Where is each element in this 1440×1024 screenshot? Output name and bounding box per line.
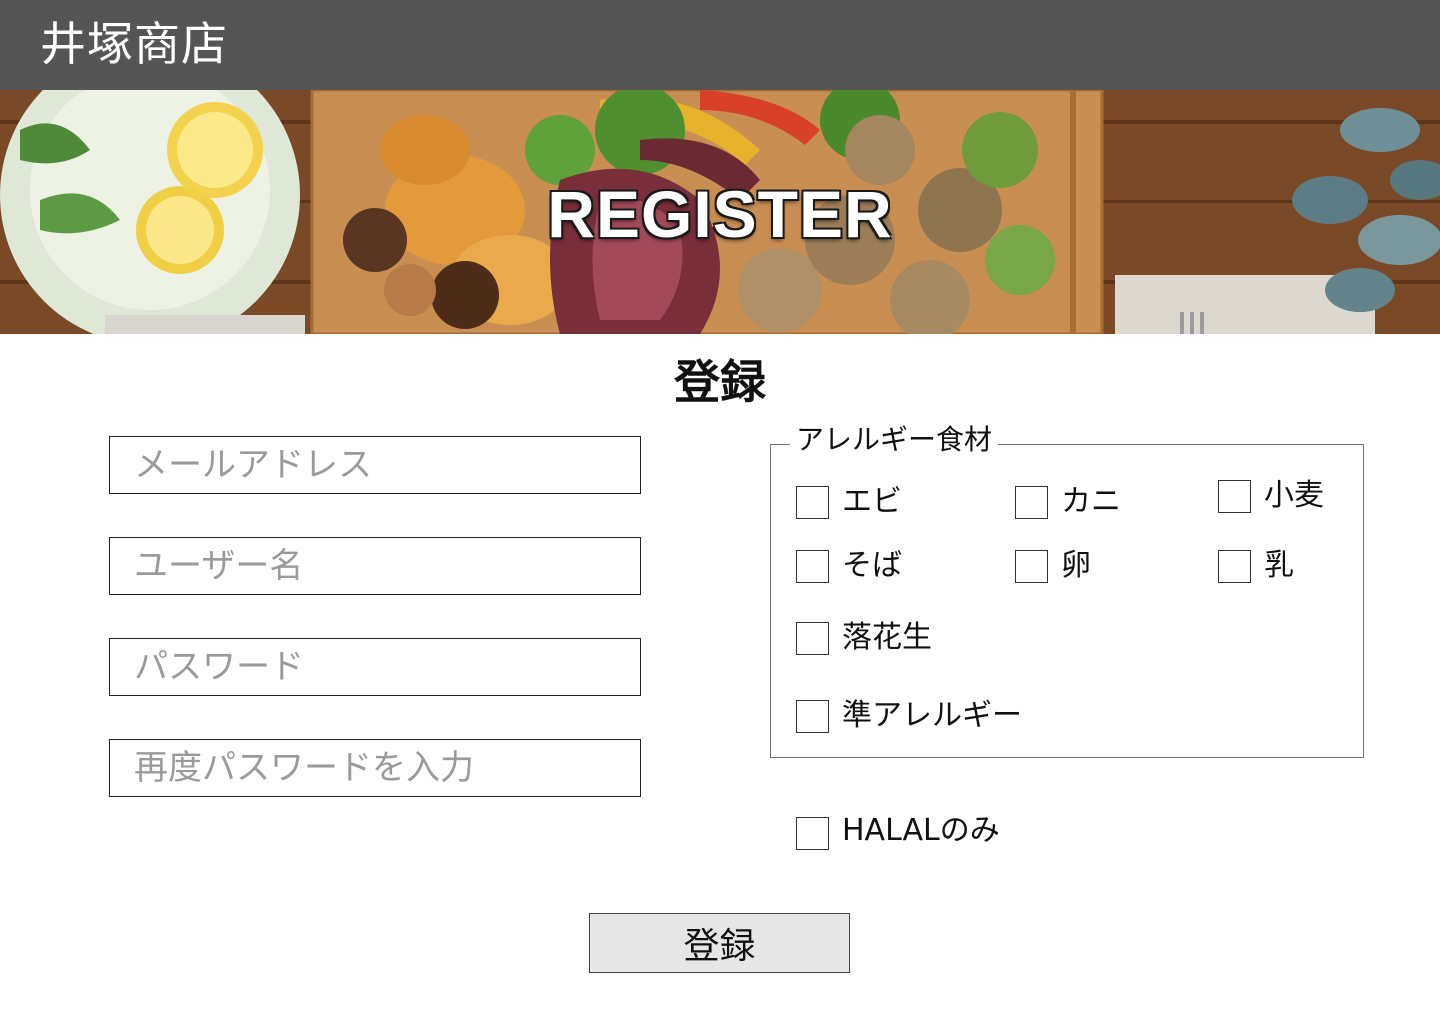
checkbox-label-peanut: 落花生 bbox=[842, 620, 932, 655]
hero-title: REGISTER bbox=[547, 177, 893, 251]
checkbox-label-egg: 卵 bbox=[1061, 548, 1091, 583]
checkbox-crab[interactable] bbox=[1015, 486, 1048, 519]
checkbox-label-wheat: 小麦 bbox=[1264, 478, 1324, 513]
checkbox-milk[interactable] bbox=[1218, 550, 1251, 583]
allergy-legend: アレルギー食材 bbox=[790, 420, 999, 460]
email-field[interactable] bbox=[109, 436, 641, 494]
checkbox-halal[interactable] bbox=[796, 817, 829, 850]
page-title: 登録 bbox=[674, 355, 766, 409]
shop-name: 井塚商店 bbox=[40, 17, 228, 71]
checkbox-label-semi-allergen: 準アレルギー bbox=[842, 698, 1022, 733]
checkbox-semi-allergen[interactable] bbox=[796, 700, 829, 733]
top-bar: 井塚商店 bbox=[0, 0, 1440, 90]
password-field[interactable] bbox=[109, 638, 641, 696]
password-confirm-field[interactable] bbox=[109, 739, 641, 797]
checkbox-label-shrimp: エビ bbox=[842, 484, 902, 519]
checkbox-label-milk: 乳 bbox=[1264, 548, 1294, 583]
username-field[interactable] bbox=[109, 537, 641, 595]
checkbox-peanut[interactable] bbox=[796, 622, 829, 655]
checkbox-label-halal: HALALのみ bbox=[842, 813, 1000, 848]
register-button[interactable]: 登録 bbox=[589, 913, 850, 973]
checkbox-buckwheat[interactable] bbox=[796, 550, 829, 583]
checkbox-egg[interactable] bbox=[1015, 550, 1048, 583]
hero-banner: REGISTER bbox=[0, 90, 1440, 334]
checkbox-wheat[interactable] bbox=[1218, 480, 1251, 513]
checkbox-shrimp[interactable] bbox=[796, 486, 829, 519]
checkbox-label-crab: カニ bbox=[1061, 484, 1121, 519]
checkbox-label-buckwheat: そば bbox=[842, 548, 902, 583]
